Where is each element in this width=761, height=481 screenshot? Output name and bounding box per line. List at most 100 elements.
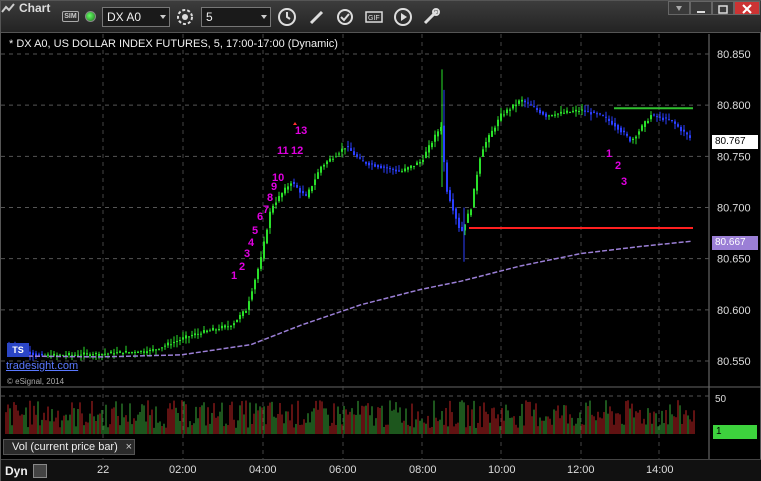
candle-body xyxy=(404,168,406,172)
candle-body xyxy=(500,113,502,121)
candle-body xyxy=(563,112,565,114)
candle-body xyxy=(251,291,253,300)
candle-body xyxy=(239,314,241,320)
candle-body xyxy=(269,211,271,228)
interval-combo[interactable]: 5 xyxy=(201,7,271,27)
tradesight-link[interactable]: tradesight.com xyxy=(6,360,78,372)
candle-body xyxy=(305,194,307,196)
candle-body xyxy=(482,149,484,157)
window-maximize-button[interactable] xyxy=(712,1,734,15)
candle-body xyxy=(236,319,238,323)
candle-body xyxy=(167,342,169,346)
candle-body xyxy=(587,111,589,113)
price-tick-label: 80.700 xyxy=(717,203,751,215)
candle-body xyxy=(212,327,214,331)
volume-scale-max: 50 xyxy=(715,394,727,405)
connection-status-icon[interactable] xyxy=(85,11,96,22)
candle-body xyxy=(158,348,160,350)
candle-body xyxy=(392,168,394,170)
candle-body xyxy=(410,165,412,169)
candle-body xyxy=(317,172,319,179)
candle-body xyxy=(425,151,427,158)
candle-body xyxy=(104,353,106,355)
settings-gear-icon[interactable] xyxy=(175,7,195,27)
interval-value: 5 xyxy=(206,10,213,24)
tools-icon[interactable] xyxy=(421,7,441,27)
candle-body xyxy=(227,326,229,328)
price-chart-canvas[interactable]: 80.850 80.800 80.750 80.700 80.650 80.600 80.5… xyxy=(1,34,761,481)
candle-body xyxy=(395,169,397,172)
candle-body xyxy=(155,349,157,351)
candle-body xyxy=(398,170,400,172)
clock-icon[interactable] xyxy=(277,7,297,27)
window-close-button[interactable] xyxy=(734,1,760,15)
candle-body xyxy=(650,115,652,120)
candle-body xyxy=(35,353,37,356)
moving-average-tag: 80.667 xyxy=(712,236,758,250)
candle-body xyxy=(497,119,499,127)
candle-body xyxy=(437,131,439,137)
candle-body xyxy=(260,257,262,269)
candle-body xyxy=(506,109,508,114)
candle-body xyxy=(554,114,556,116)
time-mode-icon[interactable] xyxy=(33,464,47,478)
candle-body xyxy=(617,124,619,130)
x-tick: 02:00 xyxy=(169,464,197,476)
candle-body xyxy=(596,113,598,115)
candle-body xyxy=(689,135,691,138)
candle-body xyxy=(200,333,202,335)
candle-body xyxy=(503,114,505,116)
candle-body xyxy=(266,229,268,244)
candle-body xyxy=(89,354,91,357)
setup-count-label: 10 xyxy=(272,172,284,184)
candle-body xyxy=(176,340,178,342)
candle-body xyxy=(416,162,418,166)
candle-body xyxy=(302,191,304,194)
gif-icon[interactable]: GIF xyxy=(364,7,384,27)
candle-body xyxy=(308,189,310,198)
window-minimize-button[interactable] xyxy=(690,1,712,15)
sim-badge[interactable]: SIM xyxy=(62,11,79,22)
symbol-combo[interactable]: DX A0 xyxy=(102,7,170,27)
price-tick-label: 80.850 xyxy=(717,49,751,61)
candle-body xyxy=(74,354,76,356)
candle-body xyxy=(476,174,478,191)
candle-body xyxy=(644,121,646,127)
time-axis: Dyn 22 02:00 04:00 06:00 08:00 10:00 12:… xyxy=(1,459,761,481)
window-pin-button[interactable] xyxy=(668,1,690,15)
candle-body xyxy=(83,352,85,355)
x-tick: 04:00 xyxy=(249,464,277,476)
last-price-tag: 80.767 xyxy=(712,135,758,149)
play-icon[interactable] xyxy=(393,7,413,27)
candle-body xyxy=(635,136,637,139)
candle-body xyxy=(113,353,115,355)
candle-body xyxy=(311,186,313,192)
candle-body xyxy=(179,339,181,341)
candle-body xyxy=(275,202,277,205)
volume-study-label[interactable]: Vol (current price bar) × xyxy=(3,439,135,455)
candle-body xyxy=(215,329,217,331)
candle-body xyxy=(614,122,616,127)
candle-body xyxy=(653,114,655,116)
close-icon[interactable]: × xyxy=(126,440,132,454)
candle-body xyxy=(242,311,244,316)
refresh-icon[interactable] xyxy=(335,7,355,27)
price-chart[interactable]: 80.850 80.800 80.750 80.700 80.650 80.600 80.5… xyxy=(1,34,761,481)
candle-body xyxy=(608,118,610,121)
chart-toolbar: Chart SIM DX A0 5 GIF xyxy=(1,1,761,33)
candle-body xyxy=(629,136,631,142)
candle-body xyxy=(149,349,151,352)
candle-body xyxy=(80,354,82,356)
x-tick: 06:00 xyxy=(329,464,357,476)
candle-body xyxy=(656,116,658,118)
time-mode-label[interactable]: Dyn xyxy=(5,464,28,478)
candle-body xyxy=(335,156,337,158)
candle-body xyxy=(233,323,235,326)
candle-body xyxy=(491,130,493,137)
candle-body xyxy=(479,158,481,174)
current-volume-tag: 1 xyxy=(713,425,757,439)
candle-body xyxy=(530,104,532,106)
pencil-icon[interactable] xyxy=(307,7,327,27)
symbol-value: DX A0 xyxy=(107,10,142,24)
candle-body xyxy=(47,354,49,356)
